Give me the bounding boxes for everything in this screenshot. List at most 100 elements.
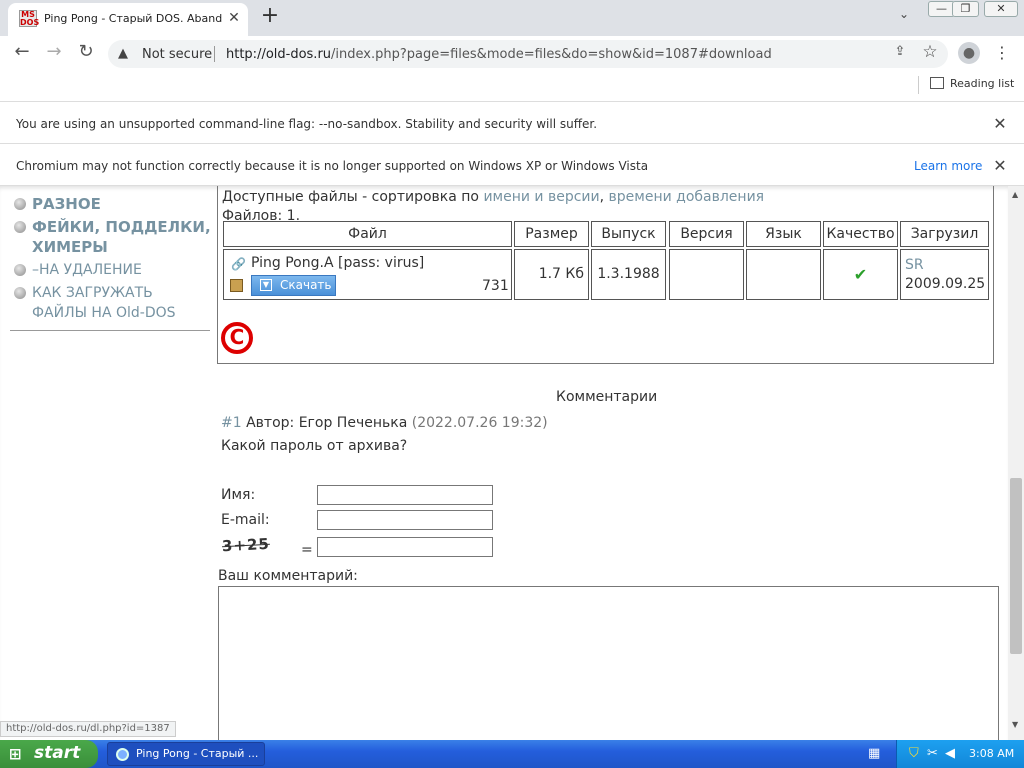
file-name-cell: 🔗 Ping Pong.A [pass: virus] ▼ Скачать 731 <box>223 249 512 300</box>
window-close-button[interactable]: ✕ <box>984 1 1018 17</box>
restore-button[interactable]: ❐ <box>952 1 979 17</box>
active-tab[interactable]: MS DOS Ping Pong - Старый DOS. Abandonwa… <box>8 3 248 36</box>
email-field[interactable] <box>317 510 493 530</box>
sandbox-warning-text: You are using an unsupported command-lin… <box>16 117 598 131</box>
security-shield-icon[interactable]: ⛉ <box>909 746 919 761</box>
reading-list-button[interactable]: Reading list <box>930 77 1014 90</box>
comment-author-label: Автор: <box>246 415 295 431</box>
quality-checkmark-icon: ✔ <box>823 249 898 300</box>
sort-by-name-link[interactable]: имени и версии <box>483 189 599 205</box>
name-field[interactable] <box>317 485 493 505</box>
file-uploader-cell: SR 2009.09.25 <box>900 249 989 300</box>
files-sort-line: Доступные файлы - сортировка по имени и … <box>222 189 764 205</box>
column-header-language: Язык <box>746 221 821 247</box>
sidebar-item-how-to-upload[interactable]: КАК ЗАГРУЖАТЬ ФАЙЛЫ НА Old-DOS <box>12 283 212 323</box>
file-language-cell <box>746 249 821 300</box>
bookmark-star-icon[interactable]: ☆ <box>920 42 940 62</box>
profile-avatar-icon[interactable]: ● <box>958 42 980 64</box>
sidebar-item-label: РАЗНОЕ <box>32 195 101 213</box>
windows-logo-icon: ⊞ <box>9 745 22 763</box>
scrollbar-thumb[interactable] <box>1010 478 1022 654</box>
email-label: E-mail: <box>221 512 270 528</box>
comment-textarea[interactable] <box>218 586 999 740</box>
column-header-uploader: Загрузил <box>900 221 989 247</box>
comment-label: Ваш комментарий: <box>218 568 358 584</box>
start-label: start <box>34 743 81 763</box>
column-header-file: Файл <box>223 221 512 247</box>
chromium-icon <box>116 748 129 761</box>
download-icon: ▼ <box>260 279 272 291</box>
bullet-icon <box>14 198 26 210</box>
archive-box-icon <box>230 279 243 292</box>
tab-close-icon[interactable]: ✕ <box>225 9 243 27</box>
download-count: 731 <box>482 278 509 294</box>
captcha-equals: = <box>301 542 313 558</box>
minimize-button[interactable]: — <box>928 1 955 17</box>
sidebar-item-label: КАК ЗАГРУЖАТЬ ФАЙЛЫ НА Old-DOS <box>32 285 176 321</box>
download-label: Скачать <box>280 278 332 292</box>
sidebar-divider <box>10 330 210 331</box>
column-header-version: Версия <box>669 221 744 247</box>
page-scrollbar[interactable]: ▲ ▼ <box>1008 186 1024 740</box>
sandbox-warning-infobar: You are using an unsupported command-lin… <box>0 103 1024 144</box>
download-button[interactable]: ▼ Скачать <box>251 275 336 296</box>
system-tray: ⛉ ✂ ◀ 3:08 AM <box>896 740 1024 768</box>
start-button[interactable]: ⊞ start <box>0 740 98 768</box>
comment-header: #1 Автор: Егор Печенька (2022.07.26 19:3… <box>221 415 548 431</box>
sort-by-time-link[interactable]: времени добавления <box>609 189 765 205</box>
link-icon: 🔗 <box>231 257 246 271</box>
sidebar-menu: РАЗНОЕ ФЕЙКИ, ПОДДЕЛКИ, ХИМЕРЫ –НА УДАЛЕ… <box>12 194 212 323</box>
tab-search-chevron-icon[interactable]: ⌄ <box>894 7 914 27</box>
sidebar-item-misc[interactable]: РАЗНОЕ <box>12 194 212 214</box>
url-path: /index.php?page=files&mode=files&do=show… <box>331 47 772 62</box>
comment-text: Какой пароль от архива? <box>221 438 408 454</box>
file-name[interactable]: Ping Pong.A [pass: virus] <box>251 255 424 271</box>
new-tab-button[interactable]: + <box>258 5 282 29</box>
page-content: РАЗНОЕ ФЕЙКИ, ПОДДЕЛКИ, ХИМЕРЫ –НА УДАЛЕ… <box>0 186 1008 740</box>
sort-comma: , <box>599 189 605 205</box>
status-bubble-url: http://old-dos.ru/dl.php?id=1387 <box>0 721 176 737</box>
warning-triangle-icon[interactable]: ▲ <box>118 46 134 62</box>
reading-list-label: Reading list <box>950 77 1015 90</box>
omnibox-separator <box>214 46 215 62</box>
forward-arrow-icon[interactable]: → <box>42 41 66 65</box>
keyboard-icon[interactable]: ▦ <box>868 746 880 761</box>
infobar-close-icon[interactable]: ✕ <box>991 157 1009 175</box>
bullet-icon <box>14 264 26 276</box>
network-icon[interactable]: ✂ <box>927 746 938 761</box>
column-header-release: Выпуск <box>591 221 666 247</box>
bullet-icon <box>14 287 26 299</box>
address-bar[interactable]: ▲ Not secure http://old-dos.ru/index.php… <box>108 40 948 68</box>
sidebar-item-label: ФЕЙКИ, ПОДДЕЛКИ, ХИМЕРЫ <box>32 218 211 256</box>
sidebar-item-label: –НА УДАЛЕНИЕ <box>32 262 142 278</box>
upload-date: 2009.09.25 <box>905 276 986 292</box>
scroll-down-arrow-icon[interactable]: ▼ <box>1012 720 1018 729</box>
browser-window: MS DOS Ping Pong - Старый DOS. Abandonwa… <box>0 0 1024 740</box>
file-version-cell <box>669 249 744 300</box>
sidebar-item-fakes[interactable]: ФЕЙКИ, ПОДДЕЛКИ, ХИМЕРЫ <box>12 217 212 257</box>
sidebar-item-deletion[interactable]: –НА УДАЛЕНИЕ <box>12 260 212 280</box>
bookmarks-bar: Reading list <box>0 70 1024 102</box>
url-text[interactable]: http://old-dos.ru/index.php?page=files&m… <box>226 47 772 62</box>
scroll-up-arrow-icon[interactable]: ▲ <box>1012 190 1018 199</box>
reading-list-icon <box>930 77 944 89</box>
captcha-answer-field[interactable] <box>317 537 493 557</box>
taskbar-browser-item[interactable]: Ping Pong - Старый ... <box>107 742 265 766</box>
reload-icon[interactable]: ↻ <box>74 41 98 65</box>
back-arrow-icon[interactable]: ← <box>10 41 34 65</box>
learn-more-link[interactable]: Learn more <box>914 159 982 173</box>
browser-menu-icon[interactable]: ⋮ <box>994 42 1010 64</box>
comment-number-link[interactable]: #1 <box>221 415 242 431</box>
taskbar-item-label: Ping Pong - Старый ... <box>136 747 259 760</box>
file-release-cell: 1.3.1988 <box>591 249 666 300</box>
unsupported-os-infobar: Chromium may not function correctly beca… <box>0 145 1024 186</box>
files-sort-prefix: Доступные файлы - сортировка по <box>222 189 479 205</box>
not-secure-label[interactable]: Not secure <box>142 47 212 62</box>
infobar-close-icon[interactable]: ✕ <box>991 115 1009 133</box>
file-size-cell: 1.7 Кб <box>514 249 589 300</box>
uploader-link[interactable]: SR <box>905 256 988 275</box>
name-label: Имя: <box>221 487 256 503</box>
bookmarks-divider <box>918 76 919 94</box>
volume-icon[interactable]: ◀ <box>945 746 955 761</box>
share-icon[interactable]: ⇪ <box>890 44 910 64</box>
